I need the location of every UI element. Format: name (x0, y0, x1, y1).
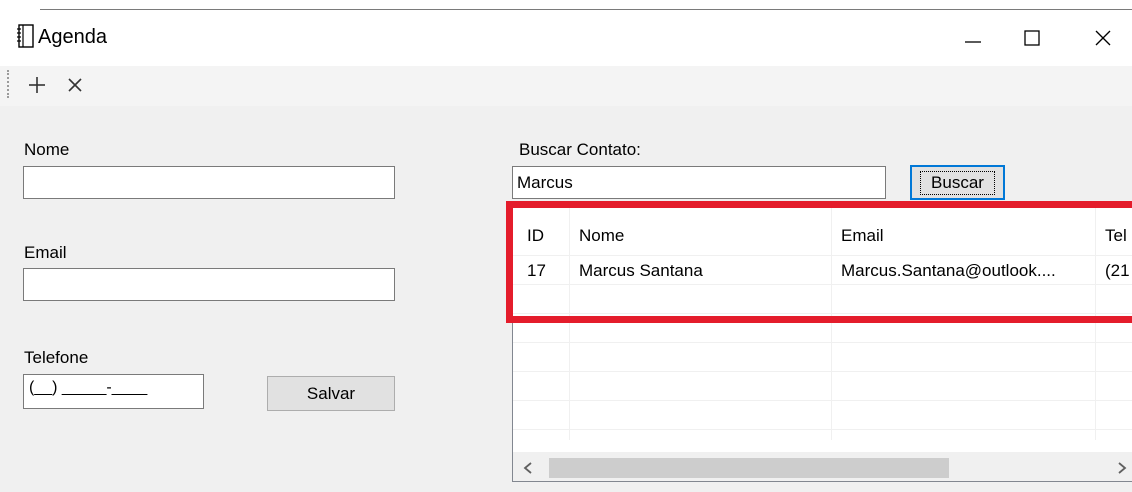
minimize-button[interactable] (944, 10, 1002, 66)
window-title: Agenda (38, 26, 107, 48)
column-header-nome[interactable]: Nome (579, 226, 624, 246)
grid-column-divider (1095, 208, 1096, 440)
grid-row-divider (513, 342, 1132, 343)
scrollbar-thumb[interactable] (549, 458, 949, 478)
search-button[interactable]: Buscar (910, 165, 1005, 200)
cell-nome[interactable]: Marcus Santana (579, 261, 703, 281)
delete-button[interactable] (62, 70, 88, 100)
grid-row-divider (513, 255, 1132, 256)
close-icon (1095, 30, 1111, 46)
add-icon (29, 77, 45, 93)
email-input[interactable] (23, 268, 395, 301)
telefone-input[interactable]: (__) _____-____ (23, 374, 204, 409)
search-input[interactable] (512, 166, 886, 199)
telefone-mask: (__) _____-____ (29, 379, 148, 396)
maximize-button[interactable] (1003, 10, 1061, 66)
add-button[interactable] (24, 70, 50, 100)
nome-label: Nome (24, 140, 70, 159)
chevron-right-icon (1118, 461, 1127, 474)
close-button[interactable] (1074, 10, 1132, 66)
toolbar-grip[interactable] (7, 70, 11, 98)
window-top-border (0, 0, 1132, 10)
grid-column-divider (569, 208, 570, 440)
grid-row-divider (513, 313, 1132, 314)
column-header-email[interactable]: Email (841, 226, 884, 246)
column-header-id[interactable]: ID (527, 226, 544, 246)
grid-row-divider (513, 400, 1132, 401)
search-label: Buscar Contato: (519, 140, 641, 159)
toolbar (0, 66, 1132, 106)
nome-input[interactable] (23, 166, 395, 199)
delete-icon (68, 78, 82, 92)
scroll-left-button[interactable] (513, 452, 543, 481)
email-label: Email (24, 243, 67, 262)
grid-column-divider (831, 208, 832, 440)
notebook-icon (16, 24, 36, 48)
telefone-label: Telefone (24, 348, 89, 367)
maximize-icon (1024, 30, 1040, 46)
save-button-label: Salvar (306, 383, 356, 403)
cell-email[interactable]: Marcus.Santana@outlook.... (841, 261, 1091, 281)
chevron-left-icon (523, 461, 532, 474)
horizontal-scrollbar[interactable] (513, 452, 1132, 481)
contacts-grid[interactable]: ID Nome Email Tel 17 Marcus Santana Marc… (512, 207, 1132, 482)
search-button-label: Buscar (920, 170, 995, 195)
grid-row-divider (513, 371, 1132, 372)
grid-row-divider (513, 284, 1132, 285)
minimize-icon (965, 41, 981, 43)
grid-row-divider (513, 429, 1132, 430)
cell-id[interactable]: 17 (527, 261, 546, 281)
save-button[interactable]: Salvar (267, 376, 395, 411)
scroll-right-button[interactable] (1107, 452, 1132, 481)
column-header-tel[interactable]: Tel (1105, 226, 1132, 246)
cell-tel[interactable]: (21 (1105, 261, 1132, 281)
